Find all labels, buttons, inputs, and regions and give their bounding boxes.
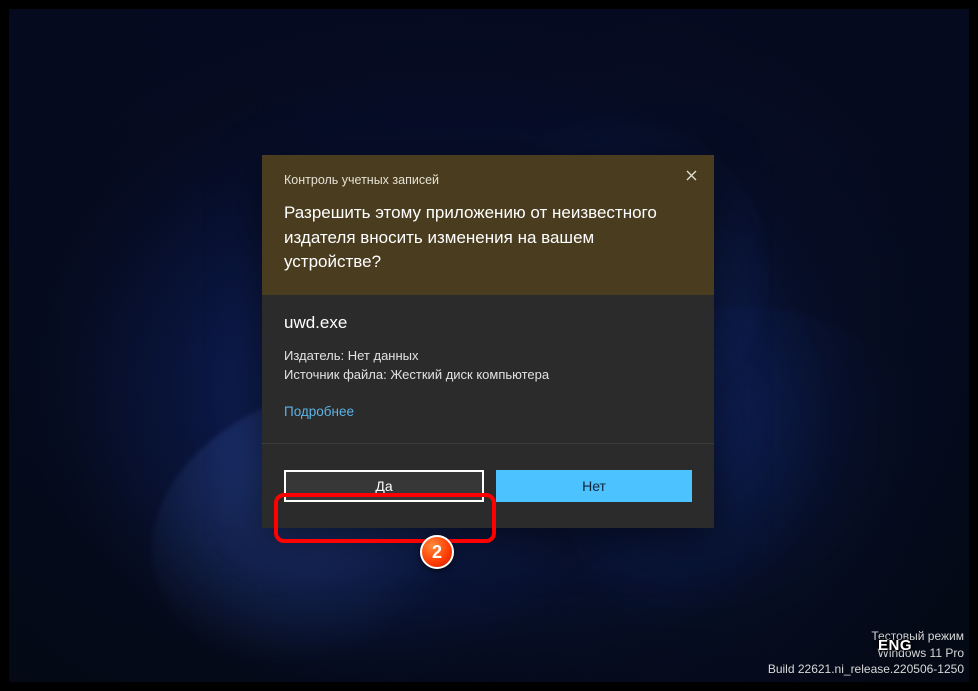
watermark-line: Тестовый режим [768, 628, 964, 644]
uac-publisher-line: Издатель: Нет данных [284, 347, 692, 366]
desktop-watermark: Тестовый режим Windows 11 Pro Build 2262… [768, 628, 964, 677]
uac-dialog: Контроль учетных записей Разрешить этому… [262, 155, 714, 528]
close-button[interactable] [676, 163, 706, 189]
watermark-line: Build 22621.ni_release.220506-1250 [768, 661, 964, 677]
uac-button-row: Да Нет [262, 470, 714, 528]
watermark-line: Windows 11 Pro [768, 645, 964, 661]
uac-divider [262, 443, 714, 444]
uac-metadata: Издатель: Нет данных Источник файла: Жес… [284, 347, 692, 385]
no-button[interactable]: Нет [496, 470, 692, 502]
language-indicator[interactable]: ENG [878, 637, 912, 654]
uac-title: Контроль учетных записей [284, 173, 692, 187]
uac-more-link[interactable]: Подробнее [284, 404, 354, 419]
annotation-step-badge: 2 [420, 535, 454, 569]
uac-header: Контроль учетных записей Разрешить этому… [262, 155, 714, 295]
yes-button[interactable]: Да [284, 470, 484, 502]
uac-question: Разрешить этому приложению от неизвестно… [284, 201, 692, 275]
uac-body: uwd.exe Издатель: Нет данных Источник фа… [262, 295, 714, 443]
close-icon [686, 168, 697, 185]
uac-origin-line: Источник файла: Жесткий диск компьютера [284, 366, 692, 385]
uac-app-name: uwd.exe [284, 313, 692, 333]
